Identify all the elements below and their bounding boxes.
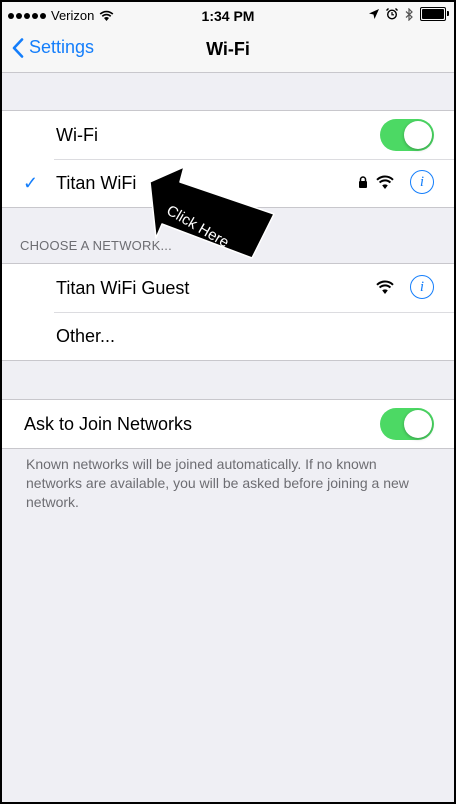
toggle-knob bbox=[404, 410, 432, 438]
checkmark-icon: ✓ bbox=[23, 173, 39, 193]
wifi-signal-icon bbox=[376, 280, 394, 294]
annotation-arrow-icon bbox=[149, 166, 275, 259]
bluetooth-icon bbox=[405, 7, 413, 21]
battery-icon bbox=[420, 7, 449, 21]
ask-to-join-label: Ask to Join Networks bbox=[24, 414, 193, 434]
location-arrow-icon bbox=[369, 9, 379, 19]
screen-frame: Verizon 1:34 PM Settings Wi-Fi Wi-Fi ✓ T… bbox=[0, 0, 456, 804]
wifi-signal-icon bbox=[376, 175, 394, 189]
click-here-annotation: Click Here bbox=[142, 162, 282, 262]
network-name: Titan WiFi bbox=[56, 173, 137, 193]
status-right bbox=[369, 7, 449, 21]
toggle-knob bbox=[404, 121, 432, 149]
other-network-label: Other... bbox=[56, 326, 116, 346]
wifi-toggle[interactable] bbox=[380, 119, 434, 151]
ask-to-join-row: Ask to Join Networks bbox=[2, 400, 454, 448]
network-row[interactable]: Titan WiFi Guest i bbox=[2, 264, 454, 312]
status-bar: Verizon 1:34 PM bbox=[2, 2, 454, 28]
info-icon[interactable]: i bbox=[410, 170, 434, 194]
networks-group: Titan WiFi Guest i Other... bbox=[2, 263, 454, 361]
info-icon[interactable]: i bbox=[410, 275, 434, 299]
alarm-clock-icon bbox=[386, 8, 398, 20]
navigation-bar: Settings Wi-Fi bbox=[2, 28, 454, 73]
ask-to-join-toggle[interactable] bbox=[380, 408, 434, 440]
lock-icon bbox=[359, 176, 367, 188]
wifi-label: Wi-Fi bbox=[56, 125, 98, 145]
ask-to-join-note: Known networks will be joined automatica… bbox=[26, 456, 409, 510]
page-title: Wi-Fi bbox=[206, 39, 250, 59]
network-name: Titan WiFi Guest bbox=[56, 278, 190, 298]
wifi-toggle-row: Wi-Fi bbox=[2, 111, 454, 159]
ask-to-join-group: Ask to Join Networks bbox=[2, 399, 454, 449]
battery-fill bbox=[422, 9, 444, 19]
other-network-row[interactable]: Other... bbox=[2, 312, 454, 360]
